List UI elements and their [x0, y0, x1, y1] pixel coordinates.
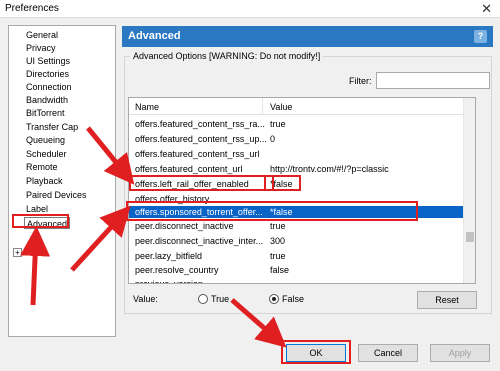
row-value: 0 — [270, 134, 276, 144]
table-row[interactable]: offers.featured_content_rss_ra... true — [129, 118, 464, 130]
filter-label: Filter: — [349, 76, 372, 86]
table-row[interactable]: peer.lazy_bitfield true — [129, 250, 464, 262]
row-name: peer.lazy_bitfield — [135, 251, 203, 261]
sidebar-item-playback[interactable]: Playback — [26, 175, 63, 187]
row-value: http://trontv.com/#!/?p=classic — [270, 164, 389, 174]
column-divider[interactable] — [262, 98, 263, 114]
section-header: Advanced ? — [122, 26, 493, 47]
sidebar-item-remote[interactable]: Remote — [26, 161, 58, 173]
sidebar-item-general[interactable]: General — [26, 29, 58, 41]
row-value: true — [270, 119, 286, 129]
table-row[interactable]: previous_version — [129, 278, 464, 284]
sidebar-item-directories[interactable]: Directories — [26, 68, 69, 80]
true-radio-label[interactable]: True — [211, 294, 229, 304]
window-title: Preferences — [5, 3, 59, 14]
value-label: Value: — [133, 294, 158, 304]
table-row[interactable]: peer.resolve_country false — [129, 264, 464, 276]
expand-icon[interactable]: + — [13, 248, 22, 257]
annotation-box-left-rail — [129, 175, 274, 191]
sidebar-item-transfer-cap[interactable]: Transfer Cap — [26, 121, 78, 133]
row-name: peer.disconnect_inactive_inter... — [135, 236, 264, 246]
title-bar: Preferences ✕ — [0, 0, 500, 18]
apply-button: Apply — [430, 344, 490, 362]
row-name: offers.featured_content_rss_up... — [135, 134, 267, 144]
sidebar-item-queueing[interactable]: Queueing — [26, 134, 65, 146]
row-name: offers.featured_content_url — [135, 164, 243, 174]
scrollbar-thumb[interactable] — [466, 232, 474, 242]
annotation-box-sponsored — [126, 201, 418, 221]
cancel-button[interactable]: Cancel — [358, 344, 418, 362]
row-name: offers.featured_content_rss_url — [135, 149, 260, 159]
sidebar-item-bittorrent[interactable]: BitTorrent — [26, 107, 65, 119]
row-value: 300 — [270, 236, 286, 246]
reset-button[interactable]: Reset — [417, 291, 477, 309]
column-name-header[interactable]: Name — [135, 102, 159, 112]
group-legend: Advanced Options [WARNING: Do not modify… — [130, 51, 324, 61]
sidebar-item-paired-devices[interactable]: Paired Devices — [26, 189, 87, 201]
table-header: Name Value — [129, 98, 464, 115]
category-tree[interactable]: General Privacy UI Settings Directories … — [8, 25, 116, 337]
row-name: peer.disconnect_inactive — [135, 221, 234, 231]
row-value: true — [270, 221, 286, 231]
filter-input[interactable] — [376, 72, 490, 89]
sidebar-item-connection[interactable]: Connection — [26, 81, 72, 93]
true-radio[interactable] — [198, 294, 208, 304]
table-row[interactable]: offers.featured_content_rss_url — [129, 148, 464, 160]
false-radio-label[interactable]: False — [282, 294, 304, 304]
annotation-box-advanced — [12, 214, 69, 228]
row-name: previous_version — [135, 279, 204, 284]
column-value-header[interactable]: Value — [270, 102, 292, 112]
sidebar-item-scheduler[interactable]: Scheduler — [26, 148, 67, 160]
sidebar-item-privacy[interactable]: Privacy — [26, 42, 56, 54]
annotation-box-left-rail-value — [264, 175, 301, 191]
table-scrollbar[interactable] — [463, 98, 475, 283]
row-value: true — [270, 251, 286, 261]
row-name: peer.resolve_country — [135, 265, 219, 275]
help-icon[interactable]: ? — [474, 30, 487, 43]
table-row[interactable]: peer.disconnect_inactive true — [129, 220, 464, 232]
ok-button[interactable]: OK — [286, 344, 346, 362]
table-row[interactable]: offers.featured_content_rss_up... 0 — [129, 133, 464, 145]
row-value: false — [270, 265, 290, 275]
table-row[interactable]: peer.disconnect_inactive_inter... 300 — [129, 235, 464, 247]
section-title: Advanced — [128, 30, 181, 42]
close-icon[interactable]: ✕ — [481, 1, 492, 17]
table-row[interactable]: offers.featured_content_url http://trontv… — [129, 163, 464, 175]
false-radio[interactable] — [269, 294, 279, 304]
sidebar-item-ui-settings[interactable]: UI Settings — [26, 55, 70, 67]
sidebar-item-bandwidth[interactable]: Bandwidth — [26, 94, 68, 106]
row-name: offers.featured_content_rss_ra... — [135, 119, 265, 129]
